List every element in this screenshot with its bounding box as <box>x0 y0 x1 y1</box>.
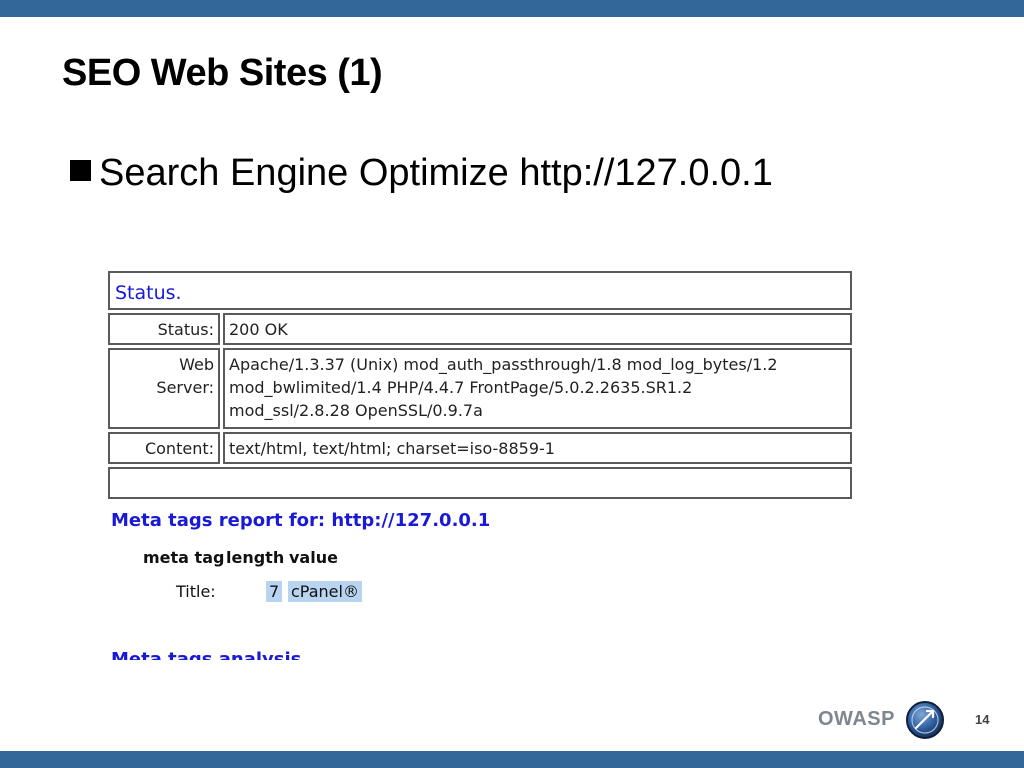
meta-row-value: cPanel® <box>288 581 362 602</box>
owasp-logo-icon <box>906 701 944 739</box>
meta-column-length: length <box>226 548 285 567</box>
status-label: Status: <box>108 313 220 345</box>
web-server-label-line1: Web <box>179 355 214 374</box>
cut-off-heading-text: Meta tags analysis <box>111 650 311 660</box>
embedded-screenshot: Status. Status: 200 OK Web Server: Apach… <box>105 268 855 660</box>
meta-row-length: 7 <box>266 581 283 602</box>
web-server-value-line1: Apache/1.3.37 (Unix) mod_auth_passthroug… <box>229 355 778 374</box>
web-server-value: Apache/1.3.37 (Unix) mod_auth_passthroug… <box>223 348 852 429</box>
meta-tags-heading-link[interactable]: Meta tags report for: http://127.0.0.1 <box>111 510 490 531</box>
bullet-item: Search Engine Optimize http://127.0.0.1 <box>70 152 773 195</box>
meta-column-tag: meta tag <box>143 548 225 567</box>
status-heading: Status. <box>115 282 182 304</box>
owasp-brand: OWASP <box>818 708 895 730</box>
content-label: Content: <box>108 432 220 464</box>
content-value: text/html, text/html; charset=iso-8859-1 <box>223 432 852 464</box>
top-bar <box>0 0 1024 17</box>
cut-off-heading: Meta tags analysis <box>111 650 311 660</box>
meta-column-value: value <box>289 548 338 567</box>
web-server-value-line2: mod_bwlimited/1.4 PHP/4.4.7 FrontPage/5.… <box>229 378 693 397</box>
empty-row <box>108 467 852 499</box>
square-bullet-icon <box>70 160 91 181</box>
meta-row-tag: Title: <box>176 582 216 601</box>
status-heading-box: Status. <box>108 271 852 310</box>
bottom-bar <box>0 751 1024 768</box>
page-number: 14 <box>975 712 990 727</box>
web-server-label: Web Server: <box>108 348 220 429</box>
web-server-label-line2: Server: <box>156 378 214 397</box>
slide-title: SEO Web Sites (1) <box>62 52 383 94</box>
status-value: 200 OK <box>223 313 852 345</box>
web-server-value-line3: mod_ssl/2.8.28 OpenSSL/0.9.7a <box>229 401 483 420</box>
slide: SEO Web Sites (1) Search Engine Optimize… <box>0 0 1024 768</box>
bullet-text: Search Engine Optimize http://127.0.0.1 <box>99 152 773 194</box>
